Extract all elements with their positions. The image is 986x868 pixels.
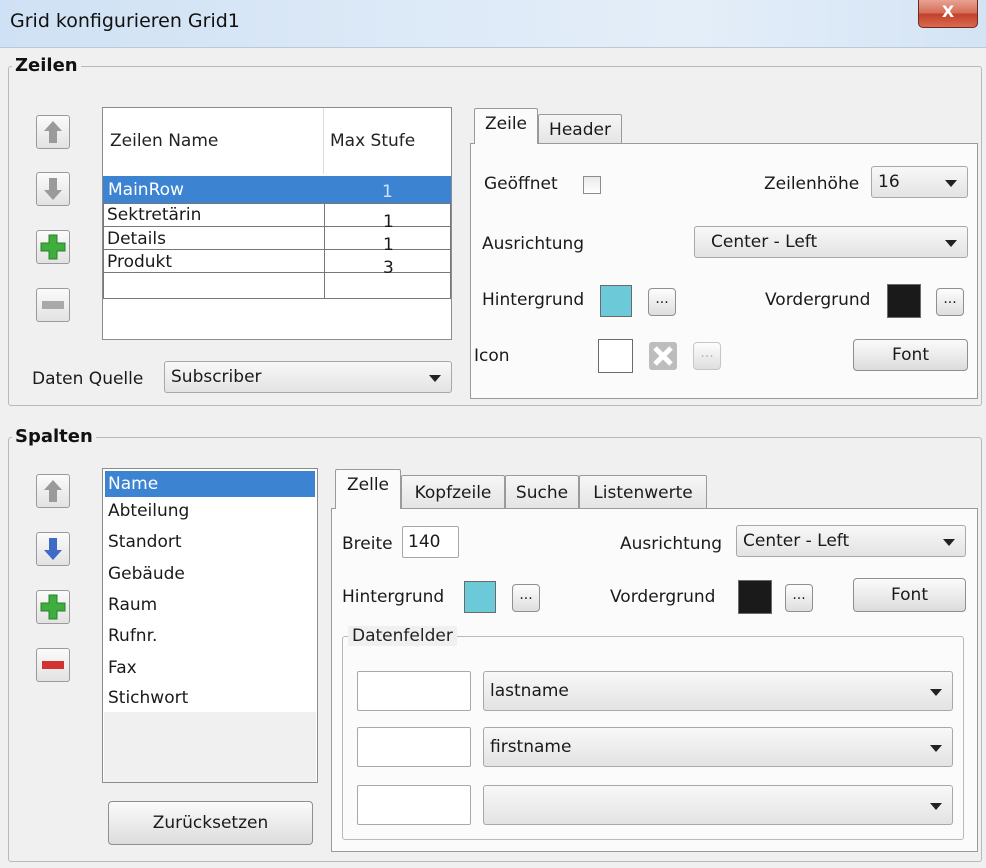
chevron-down-icon (930, 689, 942, 696)
datafield-select[interactable] (483, 785, 953, 825)
data-source-label: Daten Quelle (32, 369, 144, 389)
data-source-select[interactable]: Subscriber (164, 361, 452, 393)
tab-zelle[interactable]: Zelle (335, 469, 401, 509)
column-foreground-button[interactable]: ... (785, 584, 813, 612)
list-item[interactable]: Standort (105, 529, 315, 555)
table-cell-name[interactable]: Details (107, 229, 166, 249)
row-height-label: Zeilenhöhe (764, 174, 860, 194)
clear-x-icon (649, 342, 677, 370)
columns-group-title: Spalten (12, 426, 96, 447)
foreground-label: Vordergrund (765, 290, 871, 310)
datafield-select[interactable]: firstname (483, 727, 953, 767)
move-down-button[interactable] (36, 172, 70, 206)
row-font-button[interactable]: Font (853, 339, 968, 371)
icon-browse-button[interactable]: ... (693, 342, 721, 370)
datafield-text-input[interactable] (357, 671, 471, 711)
alignment-select[interactable]: Center - Left (694, 226, 968, 258)
add-row-button[interactable] (36, 230, 70, 264)
alignment-label: Ausrichtung (482, 234, 585, 254)
column-background-button[interactable]: ... (512, 584, 540, 612)
datafield-value: lastname (490, 681, 569, 701)
icon-label: Icon (474, 346, 510, 366)
opened-checkbox[interactable] (583, 176, 601, 194)
list-item[interactable]: Rufnr. (105, 623, 315, 649)
rows-group-title: Zeilen (12, 55, 81, 76)
chevron-down-icon (945, 180, 957, 187)
rows-table-header-max: Max Stufe (330, 131, 416, 151)
width-label: Breite (342, 534, 393, 554)
window-title: Grid konfigurieren Grid1 (10, 10, 240, 32)
arrow-down-icon (44, 538, 62, 560)
remove-row-button[interactable] (36, 288, 70, 322)
background-color-swatch[interactable] (600, 285, 632, 317)
list-item[interactable]: Abteilung (105, 498, 315, 524)
background-color-button[interactable]: ... (648, 288, 676, 316)
chevron-down-icon (429, 375, 441, 382)
chevron-down-icon (930, 803, 942, 810)
icon-preview[interactable] (598, 339, 633, 373)
reset-button[interactable]: Zurücksetzen (108, 801, 313, 845)
remove-column-button[interactable] (36, 648, 70, 682)
tab-suche[interactable]: Suche (505, 475, 579, 509)
datafield-value: firstname (490, 737, 572, 757)
tab-listenwerte[interactable]: Listenwerte (579, 475, 707, 509)
tab-header[interactable]: Header (538, 114, 622, 144)
tab-kopfzeile[interactable]: Kopfzeile (401, 475, 505, 509)
column-background-swatch[interactable] (464, 581, 496, 613)
datafield-select[interactable]: lastname (483, 671, 953, 711)
list-item[interactable]: Gebäude (105, 561, 315, 587)
datafields-title: Datenfelder (348, 626, 457, 646)
move-up-button[interactable] (36, 115, 70, 149)
list-item[interactable]: Raum (105, 592, 315, 618)
column-foreground-swatch[interactable] (738, 580, 772, 614)
table-cell-max: 1 (382, 182, 393, 202)
table-cell-name: MainRow (108, 180, 184, 200)
opened-label: Geöffnet (484, 174, 558, 194)
plus-icon (40, 234, 66, 260)
list-empty-area (104, 712, 316, 782)
table-cell-name[interactable]: Produkt (107, 252, 172, 272)
tab-zeile[interactable]: Zeile (474, 108, 538, 144)
datafield-text-input[interactable] (357, 785, 471, 825)
plus-icon (40, 594, 66, 620)
clear-icon-button[interactable] (646, 339, 680, 373)
datafield-text-input[interactable] (357, 727, 471, 767)
column-alignment-label: Ausrichtung (620, 534, 723, 554)
add-column-button[interactable] (36, 590, 70, 624)
list-item[interactable]: Stichwort (105, 685, 315, 711)
minus-icon (42, 301, 64, 309)
table-cell-name[interactable]: Sektretärin (107, 205, 201, 225)
arrow-up-icon (44, 480, 62, 502)
list-item[interactable]: Fax (105, 655, 315, 681)
row-height-select[interactable]: 16 (871, 166, 968, 198)
rows-table-header-name: Zeilen Name (110, 131, 219, 151)
table-cell-max[interactable]: 1 (383, 212, 394, 232)
arrow-up-icon (44, 121, 62, 143)
foreground-color-swatch[interactable] (887, 284, 921, 318)
list-item[interactable]: Name (105, 471, 315, 497)
row-height-value: 16 (878, 172, 900, 192)
close-button[interactable]: X (918, 0, 978, 28)
move-down-button[interactable] (36, 532, 70, 566)
chevron-down-icon (945, 240, 957, 247)
table-cell-max[interactable]: 3 (383, 258, 394, 278)
chevron-down-icon (930, 745, 942, 752)
column-alignment-select[interactable]: Center - Left (736, 525, 966, 557)
alignment-value: Center - Left (711, 232, 818, 252)
foreground-color-button[interactable]: ... (936, 288, 964, 316)
column-foreground-label: Vordergrund (610, 587, 716, 607)
chevron-down-icon (943, 539, 955, 546)
column-font-button[interactable]: Font (853, 578, 966, 612)
title-bar: Grid konfigurieren Grid1 X (0, 0, 986, 48)
column-alignment-value: Center - Left (743, 531, 850, 551)
arrow-down-icon (44, 178, 62, 200)
move-up-button[interactable] (36, 474, 70, 508)
columns-list[interactable]: Name Abteilung Standort Gebäude Raum Ruf… (102, 468, 318, 783)
width-input[interactable]: 140 (402, 526, 459, 558)
background-label: Hintergrund (482, 290, 585, 310)
table-cell-max[interactable]: 1 (383, 235, 394, 255)
minus-icon (42, 661, 64, 669)
data-source-value: Subscriber (171, 367, 262, 387)
column-background-label: Hintergrund (342, 587, 445, 607)
